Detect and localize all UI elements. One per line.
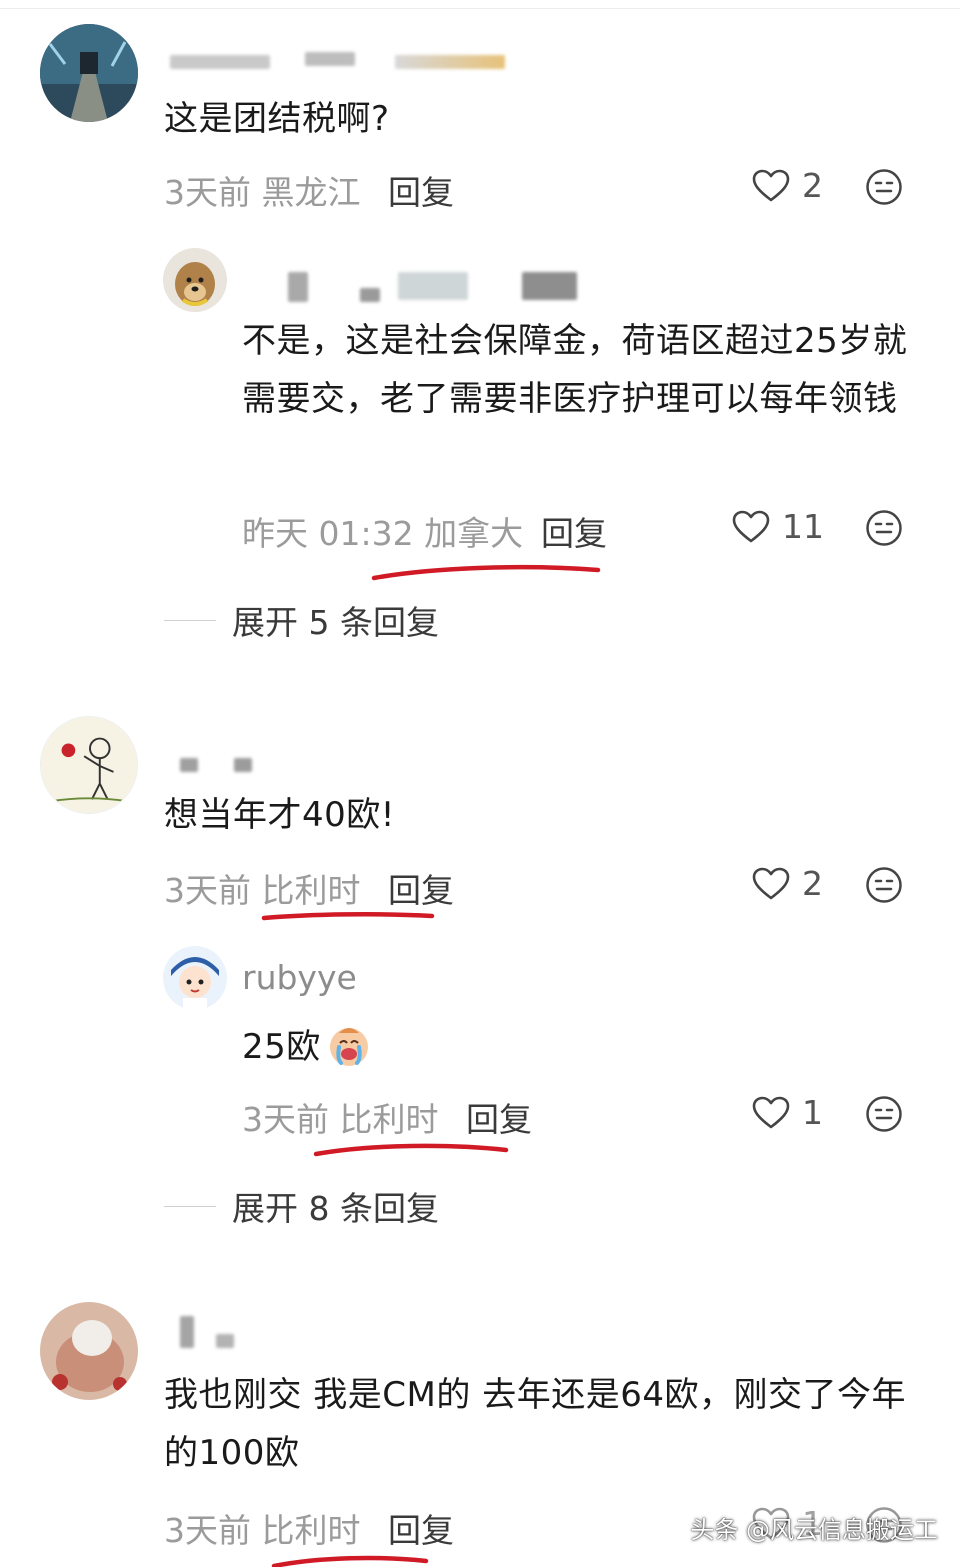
comment-text: 我也刚交 我是CM的 去年还是64欧，刚交了今年的100欧 — [164, 1375, 906, 1473]
expand-replies-button[interactable]: 展开 5 条回复 — [164, 596, 439, 644]
blurred-username — [395, 55, 505, 69]
top-divider — [0, 8, 960, 9]
comment-text: 不是，这是社会保障金，荷语区超过25岁就需要交，老了需要非医疗护理可以每年领钱 — [242, 321, 908, 419]
emoji-face-icon — [865, 866, 903, 904]
like-count: 11 — [782, 507, 824, 546]
blurred-username — [234, 758, 252, 772]
avatar[interactable] — [40, 1302, 138, 1400]
reply-button[interactable]: 回复 — [388, 864, 454, 912]
username[interactable]: rubyye — [242, 958, 357, 997]
blurred-username — [180, 1316, 194, 1348]
expand-replies-label: 展开 5 条回复 — [232, 603, 439, 642]
reply-button[interactable]: 回复 — [466, 1093, 532, 1141]
like-button[interactable]: 2 — [752, 166, 823, 205]
red-annotation-underline — [271, 1555, 429, 1567]
like-count: 1 — [802, 1093, 823, 1132]
blurred-username — [288, 272, 308, 302]
avatar[interactable] — [163, 248, 227, 312]
reply-button[interactable]: 回复 — [388, 1504, 454, 1552]
blurred-username — [398, 272, 468, 300]
expand-replies-button[interactable]: 展开 8 条回复 — [164, 1182, 439, 1230]
like-count: 2 — [802, 864, 823, 903]
emoji-face-icon — [865, 1095, 903, 1133]
comment-meta: 3天前 比利时 — [242, 1100, 439, 1139]
heart-outline-icon — [752, 169, 790, 203]
avatar[interactable] — [40, 716, 138, 814]
red-annotation-underline — [261, 912, 435, 921]
blurred-username — [522, 272, 577, 300]
like-button[interactable]: 2 — [752, 864, 823, 903]
emoji-face-icon — [865, 509, 903, 547]
like-button[interactable]: 11 — [732, 507, 824, 546]
blurred-username — [180, 758, 198, 772]
emoji-reaction-button[interactable] — [865, 509, 903, 547]
red-annotation-underline — [371, 564, 601, 581]
blurred-username — [170, 55, 270, 69]
heart-outline-icon — [752, 867, 790, 901]
emoji-reaction-button[interactable] — [865, 1095, 903, 1133]
blurred-username — [216, 1334, 234, 1348]
divider-dash — [164, 1205, 216, 1207]
heart-outline-icon — [732, 510, 770, 544]
comment-meta: 昨天 01:32 加拿大 — [242, 514, 524, 553]
blurred-username — [360, 288, 380, 302]
like-count: 2 — [802, 166, 823, 205]
divider-dash — [164, 619, 216, 621]
red-annotation-underline — [313, 1143, 509, 1157]
heart-outline-icon — [752, 1096, 790, 1130]
expand-replies-label: 展开 8 条回复 — [232, 1189, 439, 1228]
avatar[interactable] — [40, 24, 138, 122]
source-watermark: 头条 @风云信息搬运工 — [690, 1516, 938, 1544]
reply-button[interactable]: 回复 — [541, 507, 607, 555]
comment-meta: 3天前 黑龙江 — [164, 173, 361, 212]
comment-text: 25欧 — [242, 1027, 321, 1067]
blurred-username — [305, 52, 355, 66]
comment-text: 想当年才40欧! — [164, 795, 395, 835]
avatar[interactable] — [163, 946, 227, 1010]
comment-meta: 3天前 比利时 — [164, 871, 361, 910]
crying-emoji-icon — [325, 1021, 373, 1073]
comment-text: 这是团结税啊? — [164, 99, 390, 139]
like-button[interactable]: 1 — [752, 1093, 823, 1132]
emoji-face-icon — [865, 168, 903, 206]
reply-content: 25欧 — [242, 1018, 373, 1076]
emoji-reaction-button[interactable] — [865, 168, 903, 206]
comment-meta: 3天前 比利时 — [164, 1511, 361, 1550]
reply-button[interactable]: 回复 — [388, 166, 454, 214]
emoji-reaction-button[interactable] — [865, 866, 903, 904]
